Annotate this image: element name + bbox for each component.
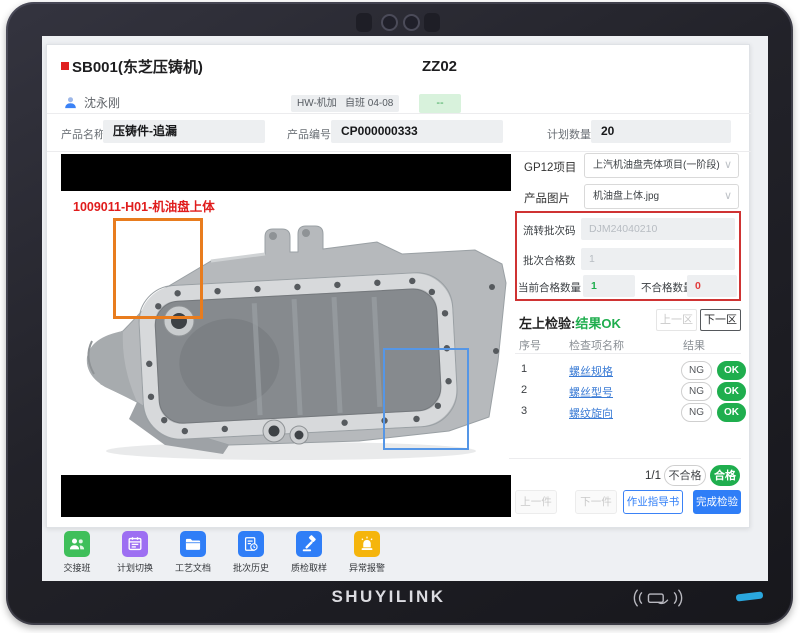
shortcut-label: 工艺文档 — [175, 561, 211, 574]
product-name-value: 压铸件-追漏 — [103, 120, 265, 143]
desktop-screen: SB001(东芝压铸机) ZZ02 沈永刚 HW-机加 自班 04-08 -- … — [42, 36, 768, 581]
operator-row: 沈永刚 — [63, 92, 120, 112]
gp12-select[interactable]: 上汽机油盘壳体项目(一阶段) ∨ — [584, 153, 739, 178]
shortcut-qc-sampling[interactable]: 质检取样 — [282, 531, 336, 574]
chevron-down-icon: ∨ — [724, 185, 732, 208]
current-pass-value: 1 — [583, 275, 635, 297]
product-image-panel: 1009011-H01-机油盘上体 — [61, 154, 511, 517]
current-fail-value: 0 — [687, 275, 737, 297]
power-indicator — [736, 591, 764, 601]
current-pass-label: 当前合格数量 — [518, 280, 581, 295]
current-fail-label: 不合格数量 — [641, 280, 694, 295]
dept-tag: HW-机加 — [291, 95, 343, 112]
roi-highlight-blue — [383, 348, 469, 450]
divider — [47, 151, 751, 152]
prev-item-button[interactable]: 上一件 — [515, 490, 557, 514]
folder-icon — [180, 531, 206, 557]
status-badge: -- — [419, 94, 461, 113]
ng-button[interactable]: NG — [681, 403, 712, 422]
gavel-icon — [296, 531, 322, 557]
product-photo: 1009011-H01-机油盘上体 — [61, 191, 511, 475]
col-header-no: 序号 — [519, 337, 541, 353]
user-avatar-icon — [63, 95, 78, 110]
check-row-no: 1 — [521, 363, 527, 375]
divider — [515, 353, 741, 354]
gp12-label: GP12项目 — [524, 159, 576, 175]
shortcut-label: 异常报警 — [349, 561, 385, 574]
finish-inspection-button[interactable]: 完成检验 — [693, 490, 741, 514]
product-image-select[interactable]: 机油盘上体.jpg ∨ — [584, 184, 739, 209]
zone-result-title: 左上检验:结果OK — [519, 313, 621, 332]
shortcut-batch-history[interactable]: 批次历史 — [224, 531, 278, 574]
gp12-selected-value: 上汽机油盘壳体项目(一阶段) — [593, 160, 720, 171]
lot-code-input[interactable]: DJM24040210 — [581, 218, 735, 240]
camera-lens-icon — [403, 14, 420, 31]
zone-name: 左上检验: — [519, 316, 575, 331]
check-item-link[interactable]: 螺丝规格 — [569, 363, 613, 379]
col-header-result: 结果 — [683, 337, 705, 353]
prev-zone-button[interactable]: 上一区 — [656, 309, 697, 331]
chevron-down-icon: ∨ — [724, 154, 732, 177]
red-square-icon — [61, 62, 69, 70]
check-row-no: 3 — [521, 405, 527, 417]
divider — [47, 113, 751, 114]
check-item-link[interactable]: 螺丝型号 — [569, 384, 613, 400]
shortcut-alarm[interactable]: 异常报警 — [340, 531, 394, 574]
shortcut-label: 计划切换 — [117, 561, 153, 574]
batch-pass-label: 批次合格数 — [523, 253, 576, 268]
ok-button[interactable]: OK — [717, 382, 746, 401]
batch-info-box: 流转批次码 DJM24040210 批次合格数 1 当前合格数量 1 不合格数量… — [515, 211, 741, 301]
overall-fail-button[interactable]: 不合格 — [664, 465, 706, 486]
shortcut-label: 交接班 — [63, 561, 90, 574]
part-number-caption: 1009011-H01-机油盘上体 — [73, 196, 215, 215]
brand-logo: SHUYILINK — [306, 587, 471, 607]
next-item-button[interactable]: 下一件 — [575, 490, 617, 514]
station-title: SB001(东芝压铸机) — [61, 56, 203, 77]
page-indicator: 1/1 — [645, 470, 661, 482]
lot-code-label: 流转批次码 — [523, 223, 576, 238]
roi-highlight-orange — [113, 218, 203, 319]
divider — [509, 458, 741, 459]
batch-pass-input[interactable]: 1 — [581, 248, 735, 270]
overall-pass-button[interactable]: 合格 — [710, 465, 740, 486]
shortcut-label: 质检取样 — [291, 561, 327, 574]
ok-button[interactable]: OK — [717, 361, 746, 380]
shortcut-label: 批次历史 — [233, 561, 269, 574]
nfc-reader-icon — [632, 588, 684, 613]
people-icon — [64, 531, 90, 557]
check-item-link[interactable]: 螺纹旋向 — [569, 405, 613, 421]
line-code: ZZ02 — [422, 58, 457, 75]
shift-tag: 自班 04-08 — [339, 95, 399, 112]
operator-name: 沈永刚 — [84, 94, 120, 111]
history-doc-icon — [238, 531, 264, 557]
ok-button[interactable]: OK — [717, 403, 746, 422]
work-instruction-button[interactable]: 作业指导书 — [623, 490, 683, 514]
bezel-sensor — [356, 13, 372, 32]
bezel-sensor — [424, 13, 440, 32]
product-code-label: 产品编号: — [287, 126, 334, 142]
zone-result-ok: 结果OK — [575, 316, 621, 331]
desktop-shortcuts: 交接班 计划切换 工艺文档 批次历史 — [50, 531, 394, 574]
ng-button[interactable]: NG — [681, 361, 712, 380]
alarm-icon — [354, 531, 380, 557]
check-row-no: 2 — [521, 384, 527, 396]
shortcut-plan-switch[interactable]: 计划切换 — [108, 531, 162, 574]
next-zone-button[interactable]: 下一区 — [700, 309, 741, 331]
plan-qty-label: 计划数量: — [547, 126, 594, 142]
product-image-selected-value: 机油盘上体.jpg — [593, 191, 659, 202]
shortcut-shift-handover[interactable]: 交接班 — [50, 531, 104, 574]
inspection-app-window: SB001(东芝压铸机) ZZ02 沈永刚 HW-机加 自班 04-08 -- … — [46, 44, 750, 528]
tablet-device-frame: SB001(东芝压铸机) ZZ02 沈永刚 HW-机加 自班 04-08 -- … — [6, 2, 793, 625]
col-header-item: 检查项名称 — [569, 337, 624, 353]
plan-qty-value: 20 — [591, 120, 731, 143]
calendar-icon — [122, 531, 148, 557]
camera-lens-icon — [381, 14, 398, 31]
product-name-label: 产品名称: — [61, 126, 108, 142]
ng-button[interactable]: NG — [681, 382, 712, 401]
shortcut-process-docs[interactable]: 工艺文档 — [166, 531, 220, 574]
product-code-value: CP000000333 — [331, 120, 503, 143]
product-image-label: 产品图片 — [524, 190, 570, 206]
